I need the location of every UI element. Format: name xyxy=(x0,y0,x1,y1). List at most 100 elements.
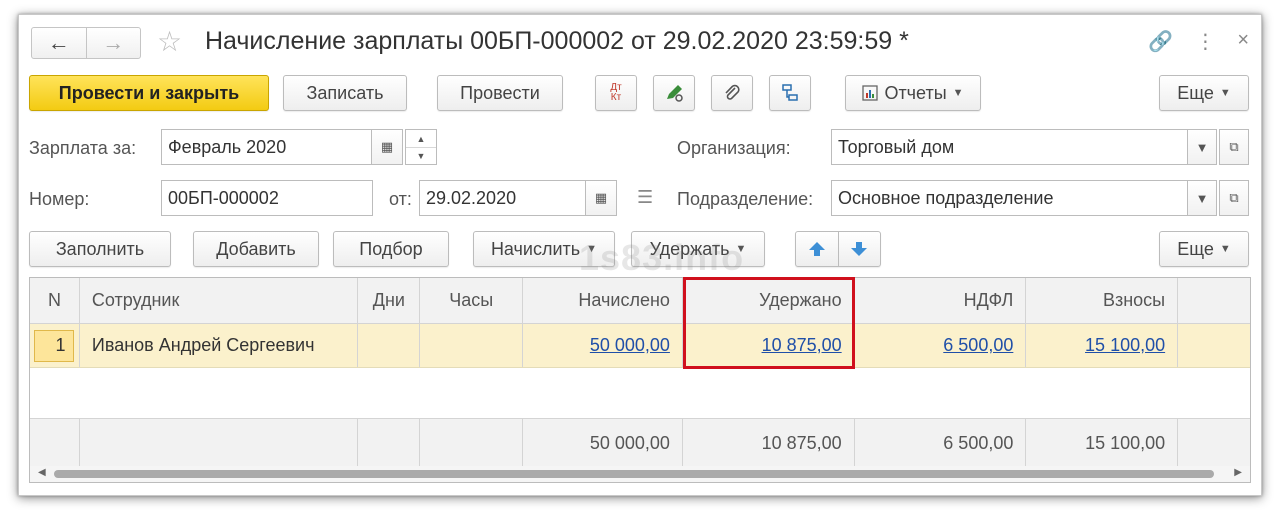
row-ndfl-link[interactable]: 6 500,00 xyxy=(943,335,1013,356)
arrow-down-icon xyxy=(851,242,868,256)
table-empty-area xyxy=(30,368,1250,418)
navigation-group: ← → xyxy=(31,27,141,59)
arrow-left-icon: ← xyxy=(47,30,70,55)
date-calendar-button[interactable]: ▦ xyxy=(585,180,617,216)
total-contributions: 15 100,00 xyxy=(1026,419,1179,468)
department-open-button[interactable]: ⧉ xyxy=(1219,180,1249,216)
chevron-down-icon: ▼ xyxy=(586,243,598,255)
dt-kt-icon: Дт Кт xyxy=(610,82,622,103)
organization-input[interactable]: Торговый дом xyxy=(831,129,1189,165)
attachment-button[interactable] xyxy=(711,75,753,111)
row-days[interactable] xyxy=(358,324,421,367)
date-input[interactable]: 29.02.2020 xyxy=(419,180,587,216)
open-icon: ⧉ xyxy=(1229,139,1239,154)
row-ndfl-cell: 6 500,00 xyxy=(855,324,1027,367)
back-button[interactable]: ← xyxy=(32,28,86,58)
edit-pen-button[interactable] xyxy=(653,75,695,111)
reports-button[interactable]: Отчеты ▼ xyxy=(845,75,981,111)
menu-icon[interactable]: ⋮ xyxy=(1195,29,1215,54)
row-n-cell[interactable]: 1 xyxy=(30,324,80,367)
table-row[interactable]: 1 Иванов Андрей Сергеевич 50 000,00 10 8… xyxy=(30,324,1250,368)
add-button[interactable]: Добавить xyxy=(193,231,319,267)
period-stepper[interactable]: ▲ ▼ xyxy=(405,129,437,165)
comment-icon[interactable]: ☰ xyxy=(637,187,653,208)
accrue-button[interactable]: Начислить ▼ xyxy=(473,231,615,267)
organization-open-button[interactable]: ⧉ xyxy=(1219,129,1249,165)
header-contributions[interactable]: Взносы xyxy=(1026,278,1179,323)
select-button[interactable]: Подбор xyxy=(333,231,449,267)
row-contributions-cell: 15 100,00 xyxy=(1026,324,1179,367)
department-dropdown-button[interactable]: ▼ xyxy=(1187,180,1217,216)
table-more-button[interactable]: Еще ▼ xyxy=(1159,231,1249,267)
fill-button[interactable]: Заполнить xyxy=(29,231,171,267)
withhold-button[interactable]: Удержать ▼ xyxy=(631,231,765,267)
forward-button[interactable]: → xyxy=(85,28,141,58)
organization-label: Организация: xyxy=(677,138,791,158)
header-withheld[interactable]: Удержано xyxy=(683,278,855,323)
table-footer: 50 000,00 10 875,00 6 500,00 15 100,00 xyxy=(30,418,1250,468)
chevron-down-icon: ▼ xyxy=(1219,243,1231,255)
number-label: Номер: xyxy=(29,189,90,209)
salary-for-input[interactable]: Февраль 2020 xyxy=(161,129,373,165)
scroll-right-icon[interactable]: ▶ xyxy=(1234,467,1242,478)
structure-button[interactable] xyxy=(769,75,811,111)
total-withheld: 10 875,00 xyxy=(683,419,855,468)
document-window: ← → ☆ Начисление зарплаты 00БП-000002 от… xyxy=(18,14,1262,496)
footer-hours xyxy=(420,419,524,468)
accrue-label: Начислить xyxy=(490,238,581,259)
row-contributions-link[interactable]: 15 100,00 xyxy=(1085,335,1165,356)
header-n[interactable]: N xyxy=(30,278,80,323)
chevron-down-icon: ▼ xyxy=(1195,139,1209,155)
scroll-left-icon[interactable]: ◀ xyxy=(38,467,46,478)
dt-kt-button[interactable]: Дт Кт xyxy=(595,75,637,111)
withhold-label: Удержать xyxy=(649,238,730,259)
move-up-button[interactable] xyxy=(796,232,839,266)
footer-employee xyxy=(80,419,359,468)
organization-dropdown-button[interactable]: ▼ xyxy=(1187,129,1217,165)
department-input[interactable]: Основное подразделение xyxy=(831,180,1189,216)
header-accrued[interactable]: Начислено xyxy=(523,278,683,323)
pen-icon xyxy=(667,85,683,102)
row-withheld-cell: 10 875,00 xyxy=(683,324,855,367)
number-input[interactable]: 00БП-000002 xyxy=(161,180,373,216)
row-accrued-cell: 50 000,00 xyxy=(523,324,683,367)
open-icon: ⧉ xyxy=(1229,190,1239,205)
paperclip-icon xyxy=(725,84,740,100)
date-label: от: xyxy=(389,189,412,209)
total-accrued: 50 000,00 xyxy=(523,419,683,468)
post-button[interactable]: Провести xyxy=(437,75,563,111)
favorite-star-icon[interactable]: ☆ xyxy=(157,25,182,58)
row-number: 1 xyxy=(34,329,75,362)
total-ndfl: 6 500,00 xyxy=(855,419,1027,468)
move-buttons xyxy=(795,231,881,267)
header-ndfl[interactable]: НДФЛ xyxy=(855,278,1027,323)
row-hours[interactable] xyxy=(420,324,524,367)
chevron-down-icon: ▼ xyxy=(1219,87,1231,99)
calendar-icon: ▦ xyxy=(594,190,608,205)
save-button[interactable]: Записать xyxy=(283,75,407,111)
header-days[interactable]: Дни xyxy=(358,278,421,323)
calendar-button[interactable]: ▦ xyxy=(371,129,403,165)
move-down-button[interactable] xyxy=(839,232,881,266)
window-title: Начисление зарплаты 00БП-000002 от 29.02… xyxy=(205,27,909,55)
footer-filler xyxy=(1178,419,1250,468)
row-withheld-link[interactable]: 10 875,00 xyxy=(762,335,842,356)
horizontal-scrollbar[interactable]: ◀ ▶ xyxy=(30,466,1250,482)
link-icon[interactable]: 🔗 xyxy=(1148,29,1173,54)
title-actions: 🔗 ⋮ × xyxy=(1148,29,1249,54)
scrollbar-thumb[interactable] xyxy=(54,470,1214,478)
header-filler xyxy=(1178,278,1250,323)
header-hours[interactable]: Часы xyxy=(420,278,524,323)
stepper-down-icon[interactable]: ▼ xyxy=(406,147,436,164)
hierarchy-icon xyxy=(782,84,798,101)
stepper-up-icon[interactable]: ▲ xyxy=(406,130,436,147)
row-employee[interactable]: Иванов Андрей Сергеевич xyxy=(80,324,359,367)
close-icon[interactable]: × xyxy=(1237,29,1249,54)
footer-days xyxy=(358,419,421,468)
header-employee[interactable]: Сотрудник xyxy=(80,278,359,323)
row-accrued-link[interactable]: 50 000,00 xyxy=(590,335,670,356)
more-button[interactable]: Еще ▼ xyxy=(1159,75,1249,111)
chevron-down-icon: ▼ xyxy=(735,243,747,255)
salary-for-label: Зарплата за: xyxy=(29,138,137,158)
post-and-close-button[interactable]: Провести и закрыть xyxy=(29,75,269,111)
